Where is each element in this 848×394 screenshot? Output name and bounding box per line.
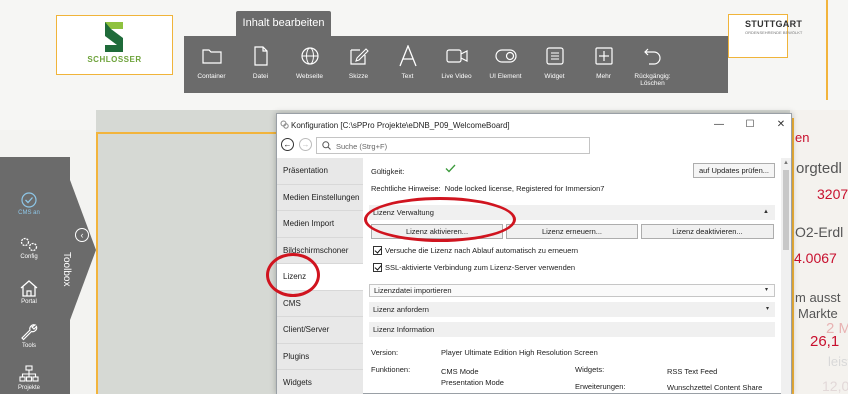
widget-icon — [544, 45, 566, 67]
widgets-label: Widgets: — [575, 365, 605, 374]
deactivate-license-button[interactable]: Lizenz deaktivieren... — [641, 224, 774, 239]
guide-line — [826, 0, 828, 100]
bg-text-value3: 26,1 — [810, 333, 840, 350]
gears-icon — [20, 237, 38, 252]
highlight-activate-button — [364, 197, 516, 242]
wrench-icon — [21, 324, 38, 341]
text-button[interactable]: Text — [383, 36, 432, 93]
version-label: Version: — [371, 348, 399, 357]
bg-text-ausst: m ausst — [795, 290, 841, 305]
guide-line — [96, 132, 98, 394]
content-scrollbar[interactable]: ▲ — [781, 158, 791, 394]
nav-item-client-server[interactable]: Client/Server — [277, 317, 363, 344]
sidebar-collapse-button[interactable]: ‹ — [75, 228, 89, 242]
toolbox-label: Toolbox — [61, 252, 72, 287]
folder-icon — [201, 45, 223, 67]
bg-text-markte: Markte — [798, 306, 838, 321]
search-input[interactable] — [336, 140, 586, 152]
sidebar-item-cms[interactable]: CMS an — [0, 192, 58, 216]
sketch-button[interactable]: Skizze — [334, 36, 383, 93]
sidebar-item-config[interactable]: Config — [0, 236, 58, 260]
undo-button[interactable]: Rückgängig: Löschen — [628, 36, 677, 93]
search-box[interactable] — [316, 137, 590, 154]
sitemap-icon — [19, 365, 39, 382]
auto-renew-checkbox[interactable] — [373, 246, 382, 255]
sidebar-flyout — [70, 180, 96, 320]
plus-icon — [593, 45, 615, 67]
bg-text-value2: 4.0067 — [794, 250, 837, 266]
undo-icon — [642, 45, 664, 67]
configuration-dialog: Konfiguration [C:\sPPro Projekte\eDNB_P0… — [276, 113, 792, 394]
bg-text-value4: 12,0 — [822, 378, 848, 394]
scroll-thumb[interactable] — [783, 170, 789, 250]
valid-check-icon — [445, 164, 456, 173]
check-updates-button[interactable]: auf Updates prüfen... — [693, 163, 775, 178]
extensions-label: Erweiterungen: — [575, 382, 626, 391]
text-icon — [397, 45, 419, 67]
extensions-value: Wunschzettel Content Share — [667, 383, 763, 392]
nav-item-medien-import[interactable]: Medien Import — [277, 211, 363, 238]
nav-item-plugins[interactable]: Plugins — [277, 343, 363, 370]
nav-item-widgets[interactable]: Widgets — [277, 370, 363, 394]
video-icon — [445, 45, 468, 67]
validity-label: Gültigkeit: — [371, 167, 405, 176]
back-button[interactable]: ← — [281, 138, 294, 151]
bg-text-en: en — [795, 130, 810, 145]
logo-text: SCHLOSSER — [87, 55, 142, 64]
stuttgart-subtitle: ORDENSEHRENDE BEWÖLKT — [745, 30, 803, 35]
ui-element-button[interactable]: UI Element — [481, 36, 530, 93]
function-presentation-mode: Presentation Mode — [441, 378, 504, 387]
forward-button[interactable]: → — [299, 138, 312, 151]
nav-item-medien-einstellungen[interactable]: Medien Einstellungen — [277, 184, 363, 211]
minimize-button[interactable]: — — [712, 118, 726, 132]
file-icon — [250, 45, 272, 67]
sketch-icon — [348, 45, 370, 67]
bg-text-value1: 3207,8 — [817, 186, 848, 202]
file-button[interactable]: Datei — [236, 36, 285, 93]
ssl-checkbox[interactable] — [373, 263, 382, 272]
more-button[interactable]: Mehr — [579, 36, 628, 93]
section-request-license[interactable]: Lizenz anfordern ▾ — [369, 302, 775, 317]
renew-license-button[interactable]: Lizenz erneuern... — [506, 224, 638, 239]
ssl-label: SSL-aktivierte Verbindung zum Lizenz-Ser… — [385, 263, 576, 272]
function-cms-mode: CMS Mode — [441, 367, 479, 376]
dialog-title: Konfiguration [C:\sPPro Projekte\eDNB_P0… — [291, 121, 510, 130]
toggle-icon — [494, 45, 517, 67]
tab-edit-content[interactable]: Inhalt bearbeiten — [236, 11, 331, 36]
section-license-info: Lizenz Information — [369, 322, 775, 337]
sidebar-item-portal[interactable]: Portal — [0, 280, 58, 305]
close-button[interactable]: ✕ — [774, 118, 788, 132]
dialog-titlebar[interactable]: Konfiguration [C:\sPPro Projekte\eDNB_P0… — [277, 114, 791, 136]
legal-notice: Rechtliche Hinweise: Node locked license… — [371, 184, 605, 193]
website-button[interactable]: Webseite — [285, 36, 334, 93]
functions-label: Funktionen: — [371, 365, 411, 374]
auto-renew-label: Versuche die Lizenz nach Ablauf automati… — [385, 246, 579, 255]
bg-text-orgtedl: orgtedl — [796, 160, 842, 177]
license-content: Gültigkeit: auf Updates prüfen... Rechtl… — [363, 158, 781, 394]
version-value: Player Ultimate Edition High Resolution … — [441, 348, 598, 357]
home-icon — [20, 280, 38, 297]
content-toolbar: Container Datei Webseite Skizze Text Liv… — [184, 36, 728, 93]
globe-icon — [299, 45, 321, 67]
container-button[interactable]: Container — [187, 36, 236, 93]
widget-button[interactable]: Widget — [530, 36, 579, 93]
bg-text-o2: O2-Erdl — [795, 224, 844, 240]
logo-mark-icon — [105, 22, 123, 52]
nav-item-praesentation[interactable]: Präsentation — [277, 158, 363, 185]
section-import-license[interactable]: Lizenzdatei importieren ▾ — [369, 284, 775, 297]
guide-line — [96, 132, 276, 134]
maximize-button[interactable]: ☐ — [743, 118, 757, 132]
live-video-button[interactable]: Live Video — [432, 36, 481, 93]
check-circle-icon — [21, 192, 37, 208]
schlosser-logo: SCHLOSSER — [56, 15, 173, 75]
sidebar-item-projects[interactable]: Projekte — [0, 365, 58, 391]
sidebar-item-tools[interactable]: Tools — [0, 323, 58, 349]
search-icon — [322, 141, 331, 150]
config-gear-icon — [280, 120, 289, 129]
widgets-value: RSS Text Feed — [667, 367, 718, 376]
bg-text-leist: leist — [828, 354, 848, 369]
stuttgart-title: STUTTGART — [745, 19, 803, 29]
scroll-up-arrow-icon[interactable]: ▲ — [783, 160, 789, 166]
highlight-license-nav — [266, 253, 320, 297]
